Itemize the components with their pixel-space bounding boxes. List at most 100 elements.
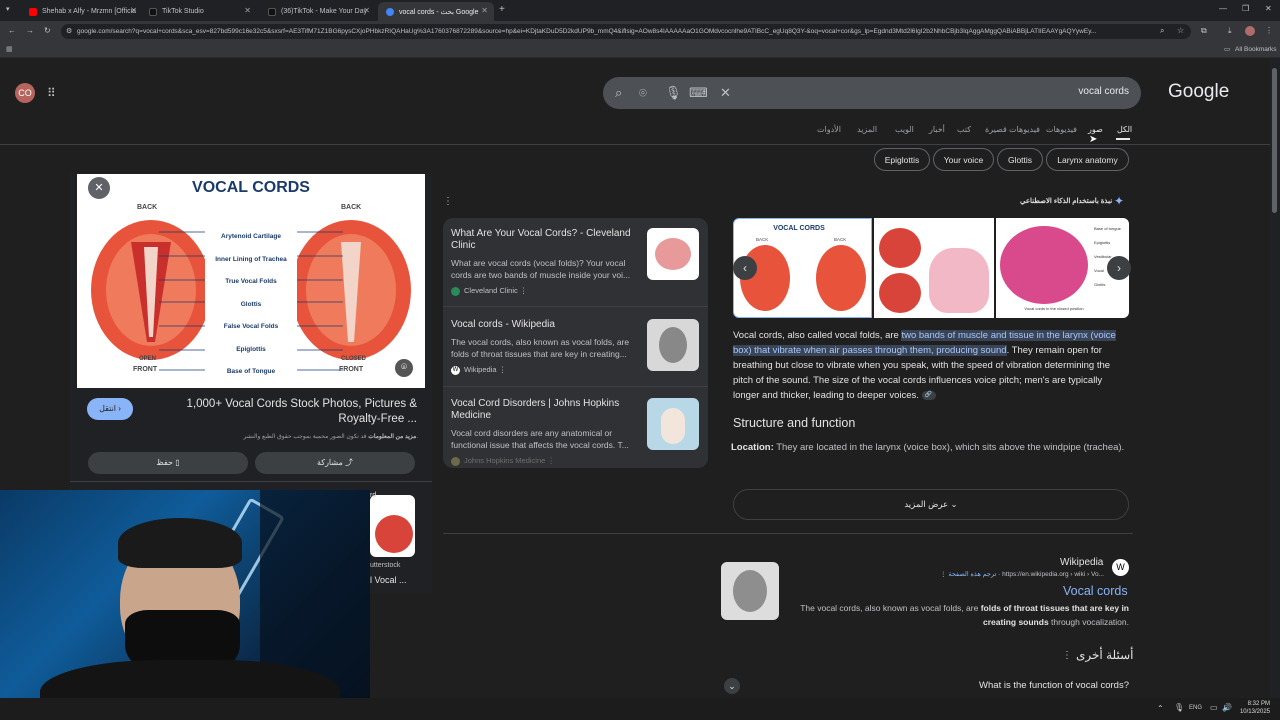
- minimize-icon[interactable]: —: [1219, 4, 1227, 13]
- show-more-button[interactable]: عرض المزيد ⌄: [733, 489, 1129, 520]
- downloads-icon[interactable]: ⤓: [1228, 26, 1232, 36]
- ai-image-2[interactable]: [874, 218, 994, 318]
- chip-glottis[interactable]: Glottis: [997, 148, 1043, 171]
- translate-link[interactable]: ترجم هذه الصفحة: [948, 571, 996, 578]
- share-button[interactable]: مشاركة ⤴: [255, 452, 415, 474]
- save-button[interactable]: حفظ ▯: [88, 452, 248, 474]
- zoom-icon[interactable]: ⌕: [1160, 26, 1164, 36]
- clear-search-icon[interactable]: ✕: [720, 85, 731, 101]
- wiki-title[interactable]: Vocal cords: [1063, 584, 1128, 598]
- back-icon[interactable]: ←: [8, 26, 16, 35]
- result-wikipedia[interactable]: Vocal cords - Wikipedia The vocal cords,…: [451, 319, 636, 375]
- close-viewer-icon[interactable]: ✕: [88, 177, 110, 199]
- result-cleveland[interactable]: What Are Your Vocal Cords? - Cleveland C…: [451, 228, 636, 296]
- wikipedia-icon: W: [1112, 559, 1129, 576]
- extensions-icon[interactable]: ⧉: [1201, 26, 1207, 36]
- more-options-icon[interactable]: ⋮: [1062, 650, 1072, 661]
- apps-grid-icon[interactable]: ⠿: [47, 86, 56, 100]
- tab-short-videos[interactable]: فيديوهات قصيرة: [985, 125, 1040, 134]
- related-image[interactable]: [370, 495, 415, 557]
- related-title[interactable]: l Vocal ...: [370, 575, 407, 585]
- more-options-icon[interactable]: ⋮: [499, 365, 507, 374]
- tab-all[interactable]: الكل: [1117, 125, 1132, 134]
- lens-search-icon[interactable]: ⌾: [395, 359, 413, 377]
- chip-larynx-anatomy[interactable]: Larynx anatomy: [1046, 148, 1129, 171]
- share-icon: ⤴: [345, 458, 354, 467]
- close-icon[interactable]: ✕: [130, 6, 137, 15]
- more-options-icon[interactable]: ⋮: [520, 286, 528, 295]
- scrollbar-thumb[interactable]: [1272, 68, 1277, 213]
- address-bar[interactable]: ⚙ google.com/search?q=vocal+cords&sca_es…: [61, 24, 1191, 39]
- close-window-icon[interactable]: ✕: [1265, 4, 1272, 13]
- clock[interactable]: 8:32 PM 10/13/2025: [1236, 700, 1270, 716]
- all-bookmarks[interactable]: All Bookmarks: [1235, 46, 1277, 53]
- bookmark-star-icon[interactable]: ☆: [1177, 26, 1184, 35]
- chip-your-voice[interactable]: Your voice: [933, 148, 994, 171]
- search-input[interactable]: vocal cords: [1078, 86, 1129, 97]
- microphone-icon[interactable]: 🎙: [665, 85, 682, 101]
- result-johns-hopkins[interactable]: Vocal Cord Disorders | Johns Hopkins Med…: [451, 398, 636, 466]
- search-box[interactable]: ⌕ ⌾ 🎙 ⌨ ✕ vocal cords: [603, 77, 1141, 109]
- profile-avatar[interactable]: [1245, 26, 1255, 36]
- maximize-icon[interactable]: ❐: [1242, 4, 1249, 13]
- image-caption[interactable]: 1,000+ Vocal Cords Stock Photos, Picture…: [142, 397, 417, 427]
- reload-icon[interactable]: ↻: [44, 26, 51, 35]
- result-thumbnail[interactable]: [647, 228, 699, 280]
- related-label: rd: [370, 492, 377, 499]
- wiki-thumbnail[interactable]: [721, 562, 779, 620]
- divider: [70, 481, 432, 482]
- more-options-icon[interactable]: ⋮: [940, 571, 947, 578]
- tab-tools[interactable]: الأدوات: [817, 125, 841, 134]
- tab-youtube[interactable]: Shehab x Alfy - Mrzmn [Officia ✕: [21, 2, 143, 21]
- account-avatar[interactable]: CO: [15, 83, 35, 103]
- network-icon[interactable]: ▭: [1210, 703, 1218, 712]
- result-thumbnail[interactable]: [647, 319, 699, 371]
- tab-tiktok-studio[interactable]: TikTok Studio ✕: [141, 2, 257, 21]
- carousel-next-icon[interactable]: ›: [1107, 256, 1131, 280]
- close-icon[interactable]: ✕: [481, 6, 488, 15]
- tab-videos[interactable]: فيديوهات: [1046, 125, 1077, 134]
- more-options-icon[interactable]: ⋮: [547, 456, 555, 465]
- tab-more[interactable]: المزيد: [857, 125, 877, 134]
- close-icon[interactable]: ✕: [244, 6, 251, 15]
- tab-web[interactable]: الويب: [895, 125, 914, 134]
- overview-intro: Vocal cords, also called vocal folds, ar…: [733, 330, 899, 341]
- forward-icon[interactable]: →: [26, 26, 34, 35]
- chip-epiglottis[interactable]: Epiglottis: [874, 148, 930, 171]
- apps-icon[interactable]: ▦: [6, 45, 13, 53]
- vocal-cords-diagram[interactable]: VOCAL CORDS BACK BACK Arytenoid Cartilag…: [77, 174, 425, 388]
- tab-images[interactable]: صور: [1088, 125, 1103, 134]
- tab-google-search[interactable]: vocal cords - بحث Google ✕: [378, 2, 494, 21]
- result-title[interactable]: Vocal cords - Wikipedia: [451, 319, 636, 331]
- chevron-down-icon[interactable]: ⌄: [724, 678, 740, 694]
- lens-icon[interactable]: ⌾: [639, 85, 647, 101]
- more-options-icon[interactable]: ⋮: [443, 196, 453, 207]
- tab-books[interactable]: كتب: [957, 125, 971, 134]
- result-title[interactable]: Vocal Cord Disorders | Johns Hopkins Med…: [451, 398, 636, 422]
- tray-overflow-icon[interactable]: ⌃: [1157, 704, 1164, 713]
- tab-search-icon[interactable]: ▾: [6, 5, 10, 13]
- wiki-site-name[interactable]: Wikipedia: [1060, 557, 1103, 568]
- paa-question[interactable]: What is the function of vocal cords?: [930, 680, 1129, 691]
- link-icon[interactable]: 🔗: [921, 390, 936, 400]
- close-icon[interactable]: ✕: [363, 6, 370, 15]
- microphone-icon[interactable]: 🎙: [1174, 703, 1184, 712]
- keyboard-icon[interactable]: ⌨: [689, 85, 708, 101]
- menu-icon[interactable]: ⋮: [1265, 26, 1273, 35]
- language-indicator[interactable]: ENG: [1189, 705, 1202, 711]
- volume-icon[interactable]: 🔊: [1222, 703, 1232, 712]
- rights-link[interactable]: مزيد من المعلومات: [368, 434, 416, 440]
- result-title[interactable]: What Are Your Vocal Cords? - Cleveland C…: [451, 228, 636, 252]
- visit-button[interactable]: انتقل ›: [87, 398, 133, 420]
- tab-tiktok[interactable]: (36)TikTok - Make Your Day ✕: [260, 2, 376, 21]
- scrollbar[interactable]: [1270, 58, 1280, 698]
- tab-news[interactable]: أخبار: [929, 125, 945, 134]
- search-icon[interactable]: ⌕: [615, 85, 622, 101]
- cleveland-clinic-icon: [451, 286, 460, 296]
- result-thumbnail[interactable]: [647, 398, 699, 450]
- new-tab-button[interactable]: +: [499, 4, 505, 15]
- all-bookmarks-icon[interactable]: ▭: [1224, 45, 1230, 53]
- carousel-prev-icon[interactable]: ‹: [733, 256, 757, 280]
- google-logo[interactable]: Google: [1168, 81, 1229, 103]
- site-info-icon[interactable]: ⚙: [66, 24, 72, 39]
